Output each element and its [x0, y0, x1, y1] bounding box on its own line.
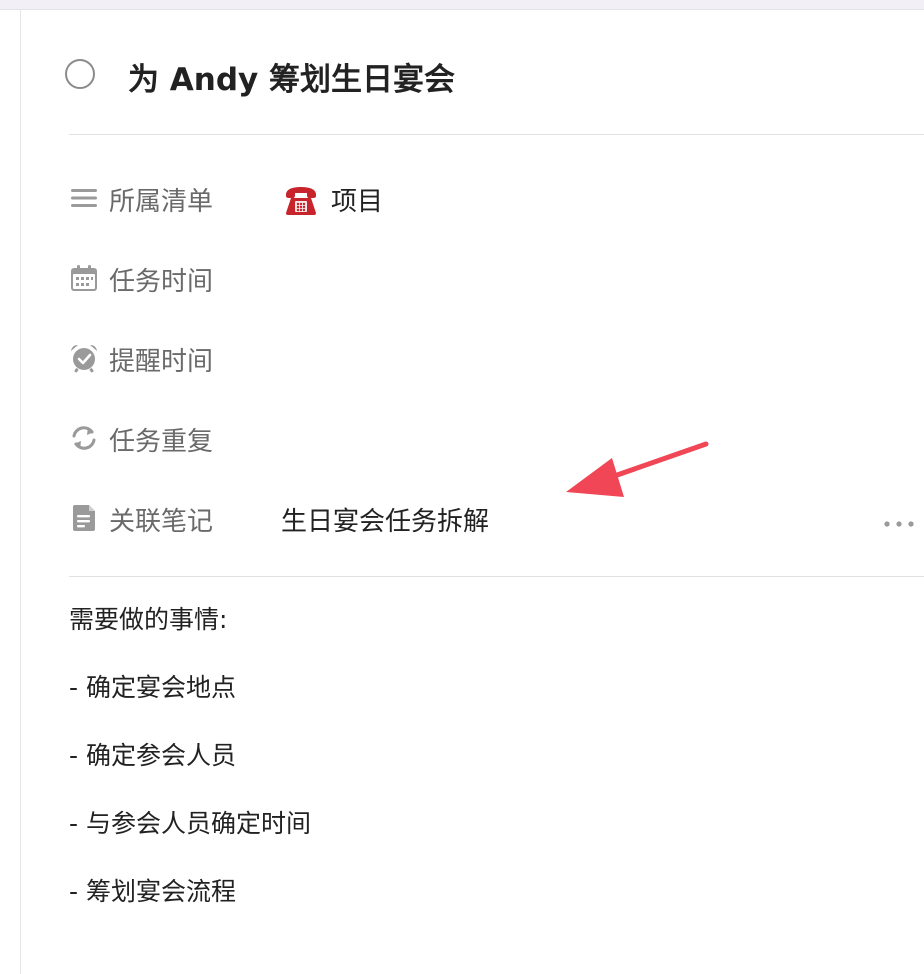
linked-note-row[interactable]: 关联笔记 生日宴会任务拆解 [69, 492, 924, 542]
notes-heading: 需要做的事情: [69, 605, 228, 634]
note-line: - 确定宴会地点 [69, 673, 236, 702]
repeat-row[interactable]: 任务重复 [69, 412, 924, 462]
note-line: - 筹划宴会流程 [69, 877, 236, 906]
repeat-icon [69, 423, 99, 453]
linked-note-label: 关联笔记 [109, 507, 214, 537]
note-line: - 确定参会人员 [69, 741, 236, 770]
list-value[interactable]: 项目 [281, 181, 383, 218]
task-complete-checkbox[interactable] [65, 59, 95, 89]
more-icon[interactable] [882, 514, 916, 527]
list-icon [69, 183, 99, 213]
calendar-icon [69, 263, 99, 293]
list-row[interactable]: 所属清单 项目 [69, 172, 924, 222]
repeat-label: 任务重复 [109, 427, 214, 457]
telephone-icon [286, 186, 316, 215]
top-strip [0, 0, 924, 10]
alarm-clock-icon [69, 343, 99, 373]
header-divider [69, 134, 924, 135]
list-label: 所属清单 [109, 187, 214, 217]
note-icon [69, 503, 99, 533]
task-time-label: 任务时间 [109, 267, 214, 297]
task-time-row[interactable]: 任务时间 [69, 252, 924, 302]
reminder-label: 提醒时间 [109, 347, 214, 377]
list-value-text: 项目 [331, 187, 384, 217]
linked-note-link[interactable]: 生日宴会任务拆解 [281, 501, 489, 538]
notes-divider [69, 576, 924, 577]
left-border [20, 9, 21, 974]
task-title[interactable]: 为 Andy 筹划生日宴会 [128, 54, 455, 99]
note-line: - 与参会人员确定时间 [69, 809, 311, 838]
reminder-row[interactable]: 提醒时间 [69, 332, 924, 382]
task-notes[interactable]: 需要做的事情: - 确定宴会地点 - 确定参会人员 - 与参会人员确定时间 - … [69, 600, 889, 926]
